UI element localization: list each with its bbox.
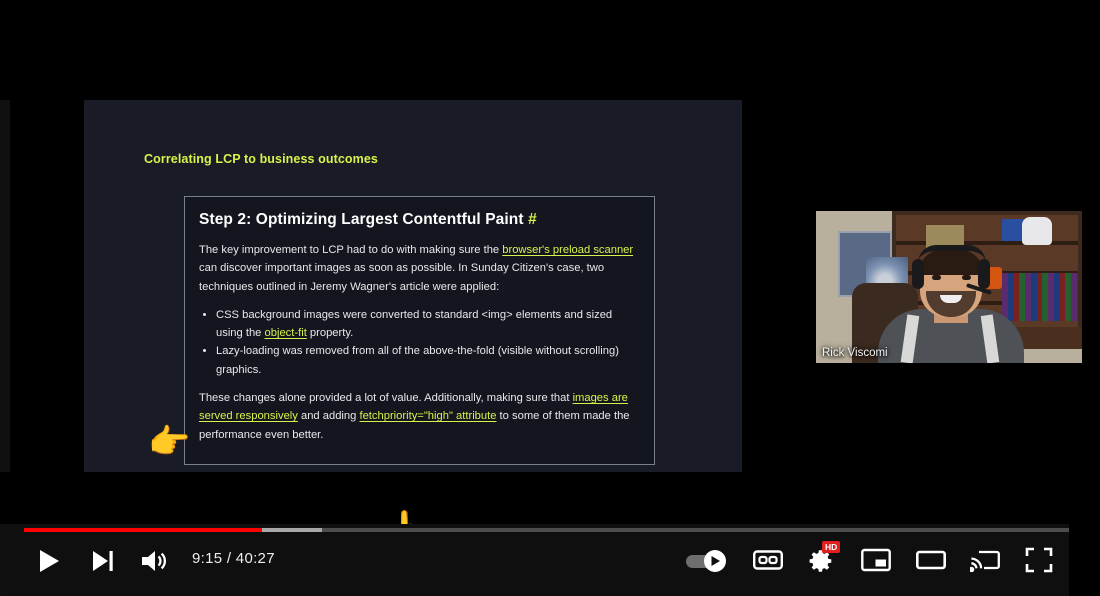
- webcam-shelf-blue-box: [1002, 219, 1024, 241]
- progress-bar-track[interactable]: [24, 528, 1069, 532]
- paragraph2-text-b: and adding: [297, 410, 360, 423]
- speaker-name-label: Rick Viscomi: [822, 347, 888, 359]
- quality-hd-badge: HD: [822, 541, 841, 553]
- cast-icon: [970, 550, 1000, 572]
- link-object-fit[interactable]: object-fit: [265, 327, 307, 339]
- volume-high-icon: [142, 551, 166, 571]
- theater-mode-icon: [916, 550, 946, 570]
- next-track-icon: [93, 551, 113, 571]
- presentation-slide: Correlating LCP to business outcomes Ste…: [84, 100, 742, 472]
- miniplayer-button[interactable]: [858, 545, 894, 575]
- paragraph1-text-a: The key improvement to LCP had to do wit…: [199, 244, 503, 256]
- next-video-button[interactable]: [84, 542, 122, 580]
- webcam-shelf-figurine: [1022, 217, 1052, 245]
- bullet2-text-a: Lazy-loading was removed from all of the…: [216, 345, 619, 376]
- link-preload-scanner[interactable]: browser's preload scanner: [502, 244, 633, 256]
- link-fetchpriority-attribute[interactable]: fetchpriority="high" attribute: [359, 410, 496, 422]
- closed-captions-icon: [753, 550, 783, 570]
- progress-bar-played: [24, 528, 263, 532]
- speaker-webcam-overlay: Rick Viscomi: [816, 211, 1082, 363]
- subtitles-button[interactable]: [750, 545, 786, 575]
- webcam-person-eye-left: [932, 275, 941, 280]
- pointing-right-hand-icon: 👉: [148, 423, 191, 461]
- paragraph2-text-a: These changes alone provided a lot of va…: [199, 392, 573, 405]
- time-display: 9:15 / 40:27: [192, 550, 275, 567]
- video-letterbox-top: [0, 0, 815, 100]
- volume-button[interactable]: [136, 542, 174, 580]
- card-heading-anchor-icon[interactable]: #: [528, 211, 537, 228]
- list-item: CSS background images were converted to …: [216, 306, 640, 343]
- card-heading-text: Step 2: Optimizing Largest Contentful Pa…: [199, 211, 524, 228]
- play-icon: [40, 550, 59, 572]
- autoplay-toggle[interactable]: [683, 546, 731, 576]
- card-paragraph-2: These changes alone provided a lot of va…: [199, 389, 640, 444]
- autoplay-toggle-icon: [686, 550, 726, 572]
- cast-button[interactable]: [967, 545, 1003, 575]
- miniplayer-icon: [861, 548, 891, 572]
- theater-mode-button[interactable]: [913, 545, 949, 575]
- slide-header-title: Correlating LCP to business outcomes: [144, 152, 378, 166]
- list-item: Lazy-loading was removed from all of the…: [216, 342, 640, 379]
- fullscreen-button[interactable]: [1021, 545, 1057, 575]
- webcam-person-eye-right: [962, 275, 971, 280]
- webcam-headphone-band: [918, 245, 986, 263]
- webcam-shelf-books: [1002, 273, 1078, 321]
- webcam-headphone-cup-right: [978, 259, 990, 289]
- fullscreen-icon: [1025, 547, 1053, 573]
- webcam-headphone-cup-left: [912, 259, 924, 289]
- youtube-player-page: Correlating LCP to business outcomes Ste…: [0, 0, 1100, 596]
- play-button[interactable]: [30, 542, 68, 580]
- bullet1-text-b: property.: [306, 327, 354, 340]
- video-viewport[interactable]: Correlating LCP to business outcomes Ste…: [10, 100, 815, 552]
- paragraph1-text-b: can discover important images as soon as…: [199, 262, 605, 293]
- card-paragraph-1: The key improvement to LCP had to do wit…: [199, 241, 640, 296]
- slide-content-card: Step 2: Optimizing Largest Contentful Pa…: [184, 196, 655, 465]
- card-bullet-list: CSS background images were converted to …: [199, 306, 640, 379]
- card-heading: Step 2: Optimizing Largest Contentful Pa…: [199, 211, 640, 229]
